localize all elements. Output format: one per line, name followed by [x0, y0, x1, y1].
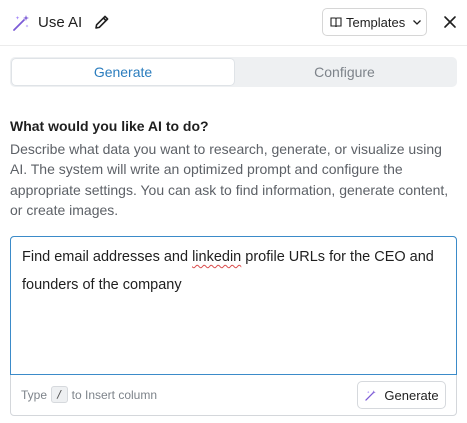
- misspelled-word: linkedin: [192, 249, 242, 265]
- close-icon[interactable]: [441, 13, 459, 31]
- insert-column-hint: Type / to Insert column: [21, 386, 157, 403]
- book-icon: [330, 17, 342, 28]
- templates-label: Templates: [346, 14, 406, 30]
- hint-suffix: to Insert column: [71, 387, 158, 402]
- panel-header: Use AI Templates: [0, 0, 467, 46]
- magic-wand-icon: [365, 389, 377, 401]
- prompt-text-start: Find email addresses and: [22, 249, 193, 265]
- chevron-down-icon: [413, 20, 422, 25]
- section-heading: What would you like AI to do?: [10, 118, 209, 134]
- generate-label: Generate: [384, 387, 439, 403]
- page-title: Use AI: [38, 14, 83, 31]
- magic-wand-icon: [13, 15, 29, 31]
- tab-configure[interactable]: Configure: [234, 59, 455, 85]
- mode-tabs: Generate Configure: [10, 57, 457, 87]
- tab-generate[interactable]: Generate: [12, 59, 234, 85]
- prompt-editor: Find email addresses and linkedin profil…: [10, 236, 457, 416]
- generate-button[interactable]: Generate: [357, 381, 446, 409]
- slash-key: /: [51, 386, 68, 403]
- pencil-icon[interactable]: [92, 12, 112, 32]
- hint-prefix: Type: [21, 387, 48, 402]
- prompt-input[interactable]: Find email addresses and linkedin profil…: [10, 236, 457, 375]
- instructions-text: Describe what data you want to research,…: [10, 141, 449, 219]
- templates-button[interactable]: Templates: [322, 8, 427, 36]
